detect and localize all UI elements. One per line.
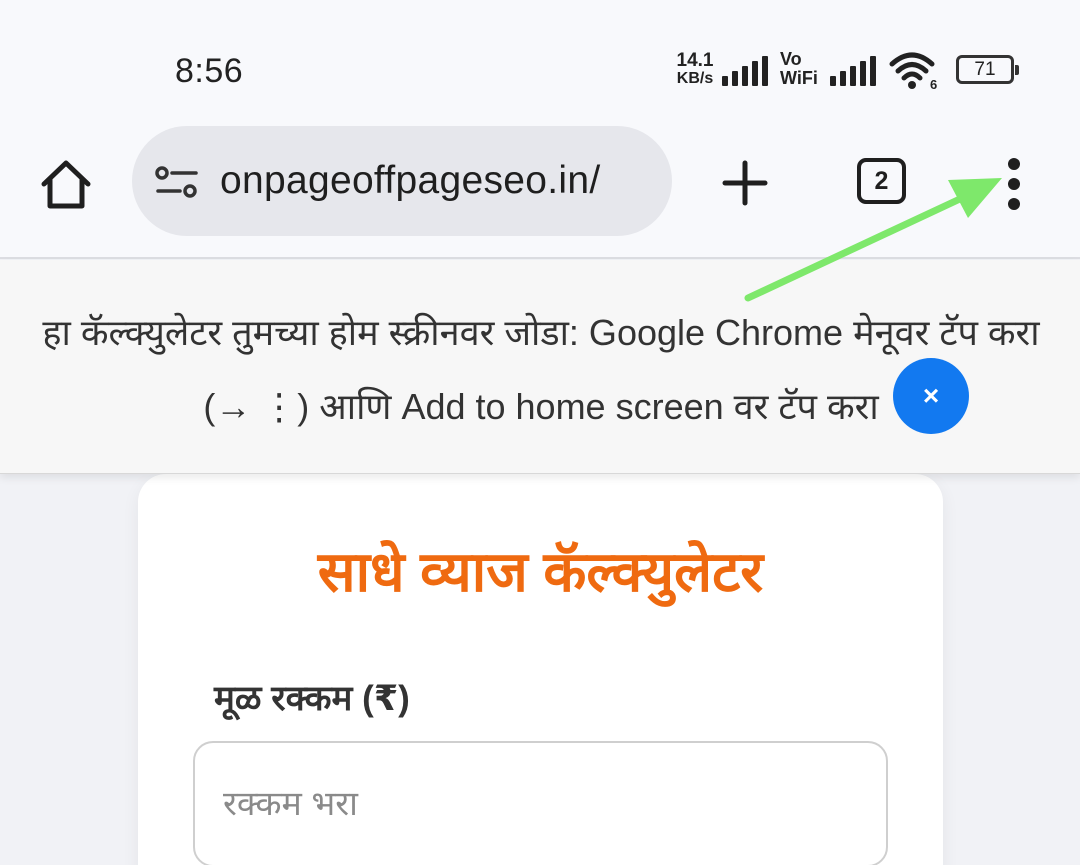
calculator-title: साधे व्याज कॅल्क्युलेटर — [317, 540, 764, 603]
browser-toolbar: onpageoffpageseo.in/ 2 — [0, 112, 1080, 259]
cell-signal-icon — [722, 56, 772, 86]
calculator-card: साधे व्याज कॅल्क्युलेटर मूळ रक्कम (₹) — [138, 474, 943, 865]
notice-message: हा कॅल्क्युलेटर तुमच्या होम स्क्रीनवर जो… — [42, 312, 1040, 427]
wifi-icon: 6 — [889, 52, 937, 92]
wifi-badge: 6 — [930, 77, 937, 92]
cell-signal-2-icon — [830, 56, 880, 86]
notice-close-button[interactable]: × — [893, 358, 969, 434]
principal-amount-label: मूळ रक्कम (₹) — [214, 679, 410, 718]
vowifi-indicator: Vo WiFi — [780, 50, 818, 88]
new-tab-icon[interactable] — [718, 156, 772, 210]
site-settings-icon[interactable] — [154, 164, 200, 200]
network-speed-unit: KB/s — [676, 70, 714, 87]
tab-switcher-button[interactable]: 2 — [857, 158, 906, 204]
status-bar: 8:56 14.1 KB/s Vo WiFi 6 71 — [0, 0, 1080, 112]
battery-icon: 71 — [956, 55, 1019, 84]
status-time: 8:56 — [175, 52, 244, 90]
principal-amount-input[interactable] — [193, 741, 888, 865]
home-icon[interactable] — [38, 156, 94, 212]
add-to-home-notice: हा कॅल्क्युलेटर तुमच्या होम स्क्रीनवर जो… — [0, 260, 1080, 474]
vowifi-line2: WiFi — [780, 68, 818, 88]
url-text[interactable]: onpageoffpageseo.in/ — [220, 159, 600, 203]
address-bar[interactable]: onpageoffpageseo.in/ — [132, 126, 672, 236]
network-speed-value: 14.1 — [676, 50, 714, 71]
more-menu-icon[interactable] — [994, 154, 1034, 214]
vowifi-line1: Vo — [780, 49, 802, 69]
network-speed: 14.1 KB/s — [672, 50, 718, 88]
